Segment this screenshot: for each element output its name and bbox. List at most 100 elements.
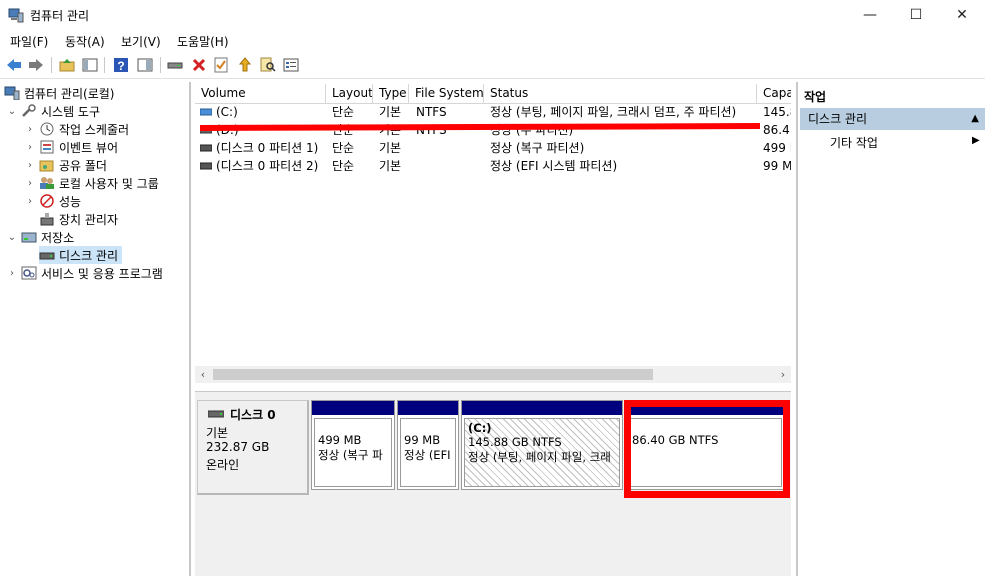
table-row[interactable]: (C:) 단순 기본 NTFS 정상 (부팅, 페이지 파일, 크래시 덤프, … [195,103,791,121]
column-header-status[interactable]: Status [484,84,757,104]
partition-size: 145.88 GB NTFS [468,435,562,449]
shared-folder-icon [39,160,54,172]
action-more-actions[interactable]: 기타 작업 [830,134,878,151]
cell-type: 기본 [379,159,402,173]
computer-management-icon [4,86,20,100]
partition-title [404,423,452,433]
collapse-up-icon[interactable]: ▲ [971,108,979,130]
column-header-type[interactable]: Type [373,84,409,104]
tree-item-device-manager[interactable]: 장치 관리자 [39,210,118,228]
cell-status: 정상 (EFI 시스템 파티션) [490,159,618,173]
search-icon[interactable] [259,56,277,74]
maximize-button[interactable]: ☐ [893,0,939,30]
horizontal-scrollbar[interactable]: ‹ › [195,366,791,383]
submenu-arrow-icon[interactable]: ▶ [972,135,980,146]
tree-item-event-viewer[interactable]: › 이벤트 뷰어 [24,138,118,156]
menu-file[interactable]: 파일(F) [10,33,48,50]
menu-action[interactable]: 동작(A) [65,33,105,50]
show-hide-tree-icon[interactable] [81,56,99,74]
chevron-right-icon[interactable]: › [6,268,18,279]
tree-item-services-applications[interactable]: › 서비스 및 응용 프로그램 [6,264,163,282]
partition-title: (C:) [468,421,492,435]
console-tree: 컴퓨터 관리(로컬) ⌄ 시스템 도구 › 작업 스케줄러 › 이벤트 뷰어 ›… [0,82,191,576]
disk-name: 디스크 0 [230,408,276,422]
device-manager-icon [40,213,54,226]
chevron-right-icon[interactable]: › [24,124,36,135]
scroll-right-icon[interactable]: › [775,366,791,383]
forward-icon[interactable] [27,56,45,74]
disk-state: 온라인 [206,458,240,472]
up-folder-icon[interactable] [58,56,76,74]
table-row[interactable]: (디스크 0 파티션 1) 단순 기본 정상 (복구 파티션) 499 I [195,139,791,157]
table-row[interactable]: (디스크 0 파티션 2) 단순 기본 정상 (EFI 시스템 파티션) 99 … [195,157,791,175]
chevron-right-icon[interactable]: › [24,142,36,153]
disk-size: 232.87 GB [206,440,270,454]
performance-icon [40,194,54,208]
cell-volume: (C:) [216,105,238,119]
tree-item-storage[interactable]: ⌄ 저장소 [6,228,74,246]
cell-volume: (디스크 0 파티션 2) [216,159,319,173]
delete-icon[interactable] [190,56,208,74]
cell-capacity: 145.8 [763,105,791,119]
partition-status: 정상 (부팅, 페이지 파일, 크래 [468,450,611,464]
minimize-button[interactable]: — [847,0,893,30]
disk-0-label[interactable]: 디스크 0 기본 232.87 GB 온라인 [197,400,309,495]
action-pane-title: 작업 [804,90,827,104]
tree-item-performance[interactable]: › 성능 [24,192,81,210]
cell-capacity: 99 M [763,159,791,173]
tree-item-shared-folders[interactable]: › 공유 폴더 [24,156,107,174]
partition-status: 정상 (EFI [404,448,451,462]
column-header-layout[interactable]: Layout [326,84,373,104]
tree-item-system-tools[interactable]: ⌄ 시스템 도구 [6,102,100,120]
connect-drive-icon[interactable] [166,56,184,74]
disk-drive-icon [208,410,224,418]
tree-item-computer-management[interactable]: 컴퓨터 관리(로컬) [4,84,114,102]
action-pane: 작업 디스크 관리 ▲ 기타 작업 ▶ [796,82,985,576]
cell-capacity: 499 I [763,141,791,155]
cell-file-system [416,139,482,157]
properties-pane-icon[interactable] [136,56,154,74]
action-section-disk-management[interactable]: 디스크 관리 ▲ [800,108,985,130]
cell-volume: (디스크 0 파티션 1) [216,141,319,155]
storage-icon [21,232,37,243]
volume-icon [200,144,212,152]
cell-status: 정상 (복구 파티션) [490,141,585,155]
chevron-right-icon[interactable]: › [24,160,36,171]
tree-item-disk-management[interactable]: 디스크 관리 [39,246,123,264]
cell-capacity: 86.4 [763,123,790,137]
chevron-right-icon[interactable]: › [24,178,36,189]
column-header-capacity[interactable]: Capa [757,84,791,104]
services-icon [21,266,37,280]
scroll-left-icon[interactable]: ‹ [195,366,211,383]
column-header-file-system[interactable]: File System [409,84,484,104]
menu-view[interactable]: 보기(V) [121,33,161,50]
import-icon[interactable] [236,56,254,74]
cell-file-system: NTFS [416,105,447,119]
scrollbar-thumb[interactable] [213,369,653,380]
chevron-down-icon[interactable]: ⌄ [6,106,18,117]
tree-item-local-users-groups[interactable]: › 로컬 사용자 및 그룹 [24,174,159,192]
tree-item-task-scheduler[interactable]: › 작업 스케줄러 [24,120,129,138]
chevron-right-icon[interactable]: › [24,196,36,207]
cell-layout: 단순 [332,105,355,119]
menu-help[interactable]: 도움말(H) [177,33,229,50]
cell-type: 기본 [379,105,402,119]
column-header-volume[interactable]: Volume [195,84,326,104]
tools-icon [22,104,36,117]
partition-size: 99 MB [404,433,441,447]
back-icon[interactable] [5,56,23,74]
close-button[interactable]: ✕ [939,0,985,30]
svg-text:?: ? [117,59,124,73]
partition-status: 정상 (복구 파 [318,448,383,462]
cell-status: 정상 (부팅, 페이지 파일, 크래시 덤프, 주 파티션) [490,105,737,119]
chevron-down-icon[interactable]: ⌄ [6,232,18,243]
help-icon[interactable]: ? [112,56,130,74]
window-title: 컴퓨터 관리 [30,9,90,23]
toolbar: ? [0,52,985,79]
partition-efi[interactable]: 99 MB 정상 (EFI [397,400,459,490]
red-highlight-box-annotation [624,400,790,498]
partition-recovery[interactable]: 499 MB 정상 (복구 파 [311,400,395,490]
details-icon[interactable] [282,56,300,74]
partition-c[interactable]: (C:) 145.88 GB NTFS 정상 (부팅, 페이지 파일, 크래 [461,400,623,490]
check-icon[interactable] [212,56,230,74]
